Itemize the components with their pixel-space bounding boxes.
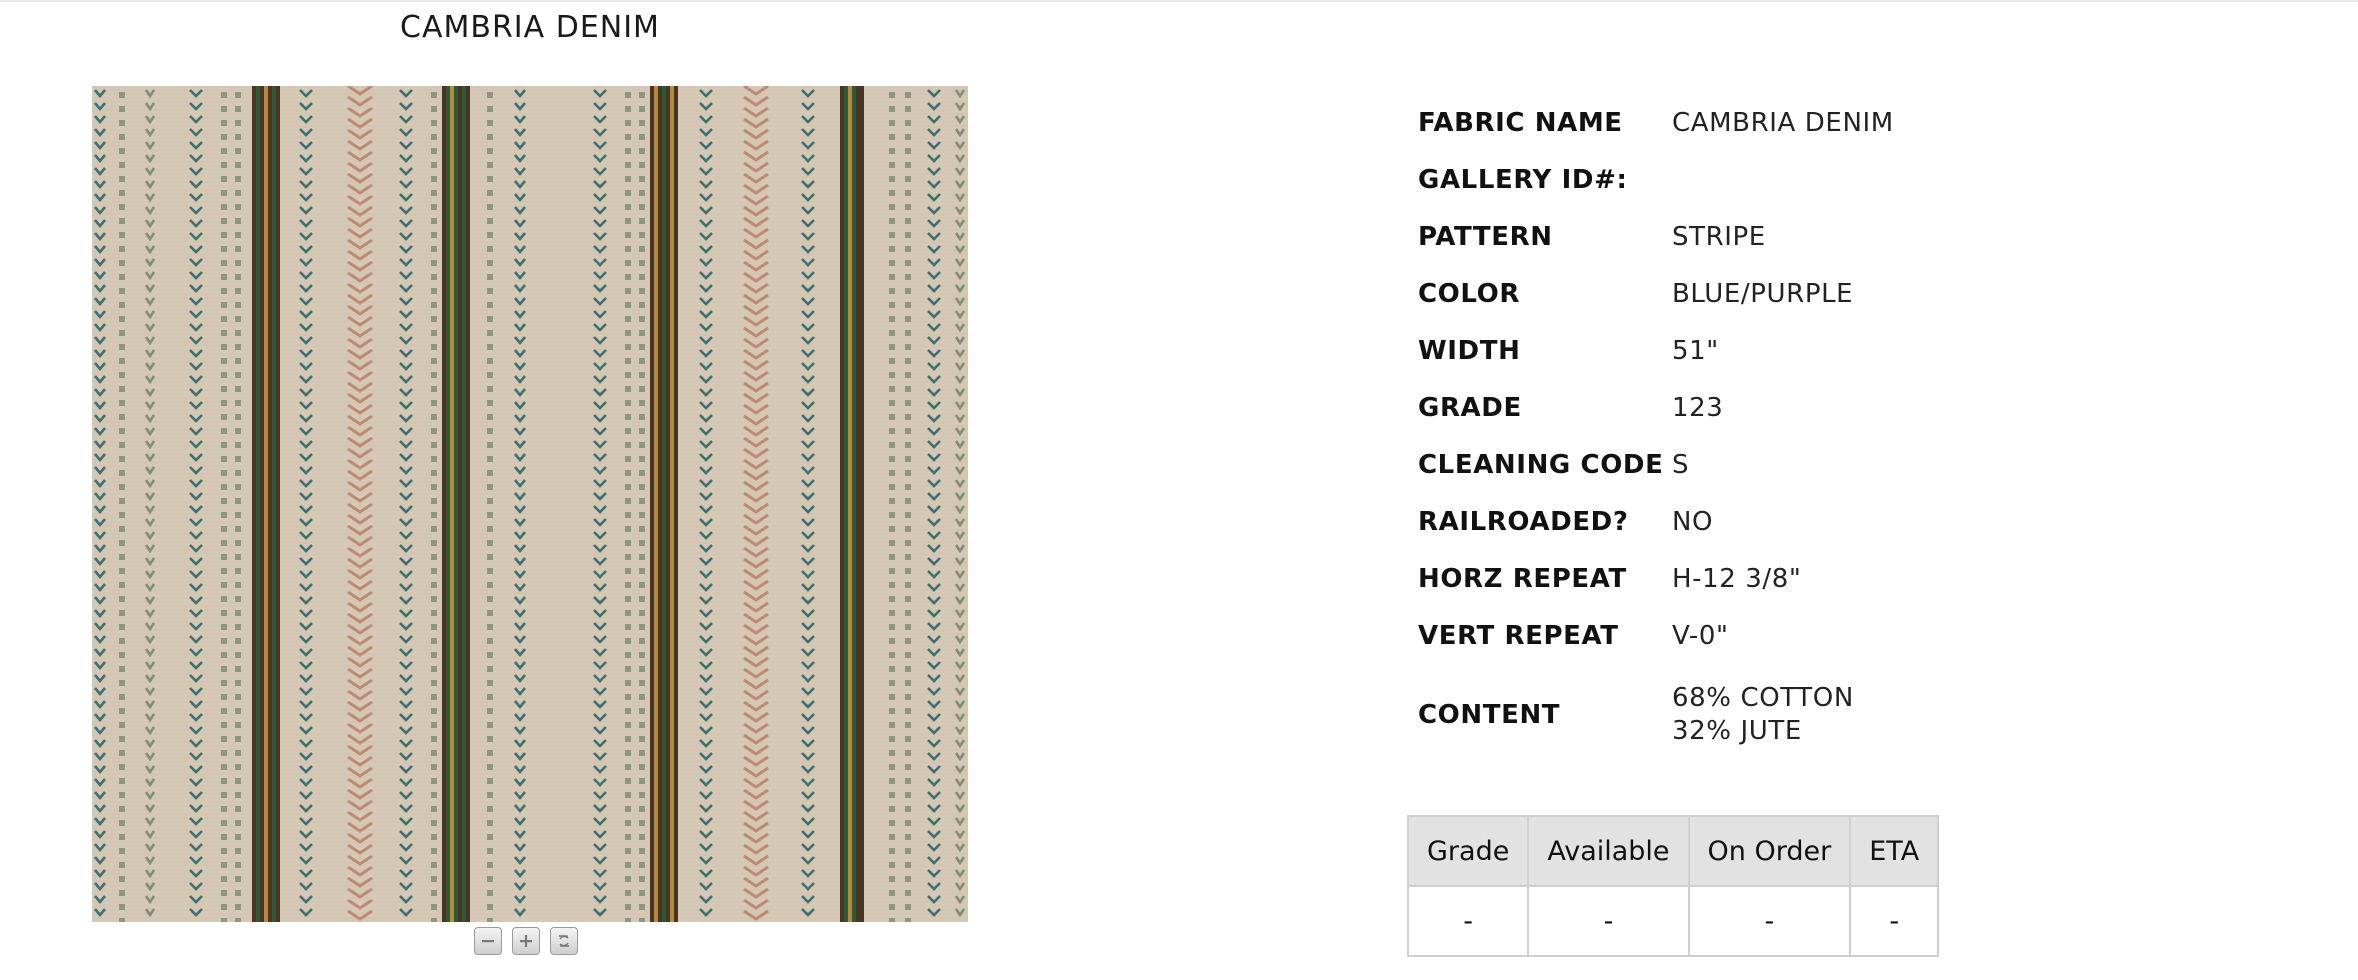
reset-zoom-button[interactable] xyxy=(550,927,578,955)
minus-icon xyxy=(482,940,494,943)
stock-header-row: Grade Available On Order ETA xyxy=(1406,815,1940,887)
spec-value: S xyxy=(1672,449,1690,480)
spec-label: CLEANING CODE xyxy=(1418,449,1664,480)
stock-availability-table: Grade Available On Order ETA - - - - xyxy=(1406,815,1940,957)
spec-row-railroaded: RAILROADED? NO xyxy=(1418,493,1894,550)
spec-value: H-12 3/8" xyxy=(1672,563,1802,594)
column-header-eta: ETA xyxy=(1849,815,1940,887)
fabric-specs-table: FABRIC NAME CAMBRIA DENIM GALLERY ID#: P… xyxy=(1418,94,1894,760)
spec-value: CAMBRIA DENIM xyxy=(1672,107,1894,138)
table-cell-available: - xyxy=(1527,885,1690,957)
zoom-in-button[interactable] xyxy=(512,927,540,955)
spec-row-content: CONTENT 68% COTTON 32% JUTE xyxy=(1418,664,1894,760)
spec-row-cleaning-code: CLEANING CODE S xyxy=(1418,436,1894,493)
spec-label: HORZ REPEAT xyxy=(1418,563,1627,594)
plus-icon xyxy=(520,935,532,947)
spec-value: NO xyxy=(1672,506,1714,537)
content-line: 32% JUTE xyxy=(1672,716,1802,746)
spec-label: FABRIC NAME xyxy=(1418,107,1623,138)
product-title: CAMBRIA DENIM xyxy=(400,10,660,45)
spec-value: 123 xyxy=(1672,392,1724,423)
spec-label: COLOR xyxy=(1418,278,1520,309)
spec-value xyxy=(1672,151,1894,208)
spec-label: CONTENT xyxy=(1418,700,1561,730)
spec-row-grade: GRADE 123 xyxy=(1418,379,1894,436)
spec-row-pattern: PATTERN STRIPE xyxy=(1418,208,1894,265)
spec-label: GRADE xyxy=(1418,392,1522,423)
content-line: 68% COTTON xyxy=(1672,683,1854,713)
spec-label: WIDTH xyxy=(1418,335,1521,366)
reset-icon xyxy=(559,935,569,947)
spec-row-color: COLOR BLUE/PURPLE xyxy=(1418,265,1894,322)
table-cell-eta: - xyxy=(1849,885,1940,957)
fabric-swatch-graphic xyxy=(92,86,968,922)
column-header-grade: Grade xyxy=(1406,815,1530,887)
column-header-available: Available xyxy=(1527,815,1690,887)
spec-label: PATTERN xyxy=(1418,221,1553,252)
spec-value: BLUE/PURPLE xyxy=(1672,278,1854,309)
column-header-on-order: On Order xyxy=(1687,815,1852,887)
table-cell-on-order: - xyxy=(1687,885,1852,957)
spec-row-gallery-id: GALLERY ID#: xyxy=(1418,151,1894,208)
table-row: - - - - xyxy=(1406,885,1940,957)
fabric-swatch-image[interactable] xyxy=(92,86,968,922)
spec-label: RAILROADED? xyxy=(1418,506,1629,537)
spec-row-horz-repeat: HORZ REPEAT H-12 3/8" xyxy=(1418,550,1894,607)
spec-value: V-0" xyxy=(1672,620,1729,651)
spec-label: GALLERY ID#: xyxy=(1418,164,1628,195)
spec-row-fabric-name: FABRIC NAME CAMBRIA DENIM xyxy=(1418,94,1894,151)
zoom-controls xyxy=(474,927,578,959)
spec-value: STRIPE xyxy=(1672,221,1766,252)
spec-row-vert-repeat: VERT REPEAT V-0" xyxy=(1418,607,1894,664)
top-divider xyxy=(0,0,2358,2)
spec-value: 51" xyxy=(1672,335,1719,366)
spec-value: 68% COTTON 32% JUTE xyxy=(1672,664,1894,760)
spec-label: VERT REPEAT xyxy=(1418,620,1619,651)
table-cell-grade: - xyxy=(1406,885,1530,957)
spec-row-width: WIDTH 51" xyxy=(1418,322,1894,379)
zoom-out-button[interactable] xyxy=(474,927,502,955)
